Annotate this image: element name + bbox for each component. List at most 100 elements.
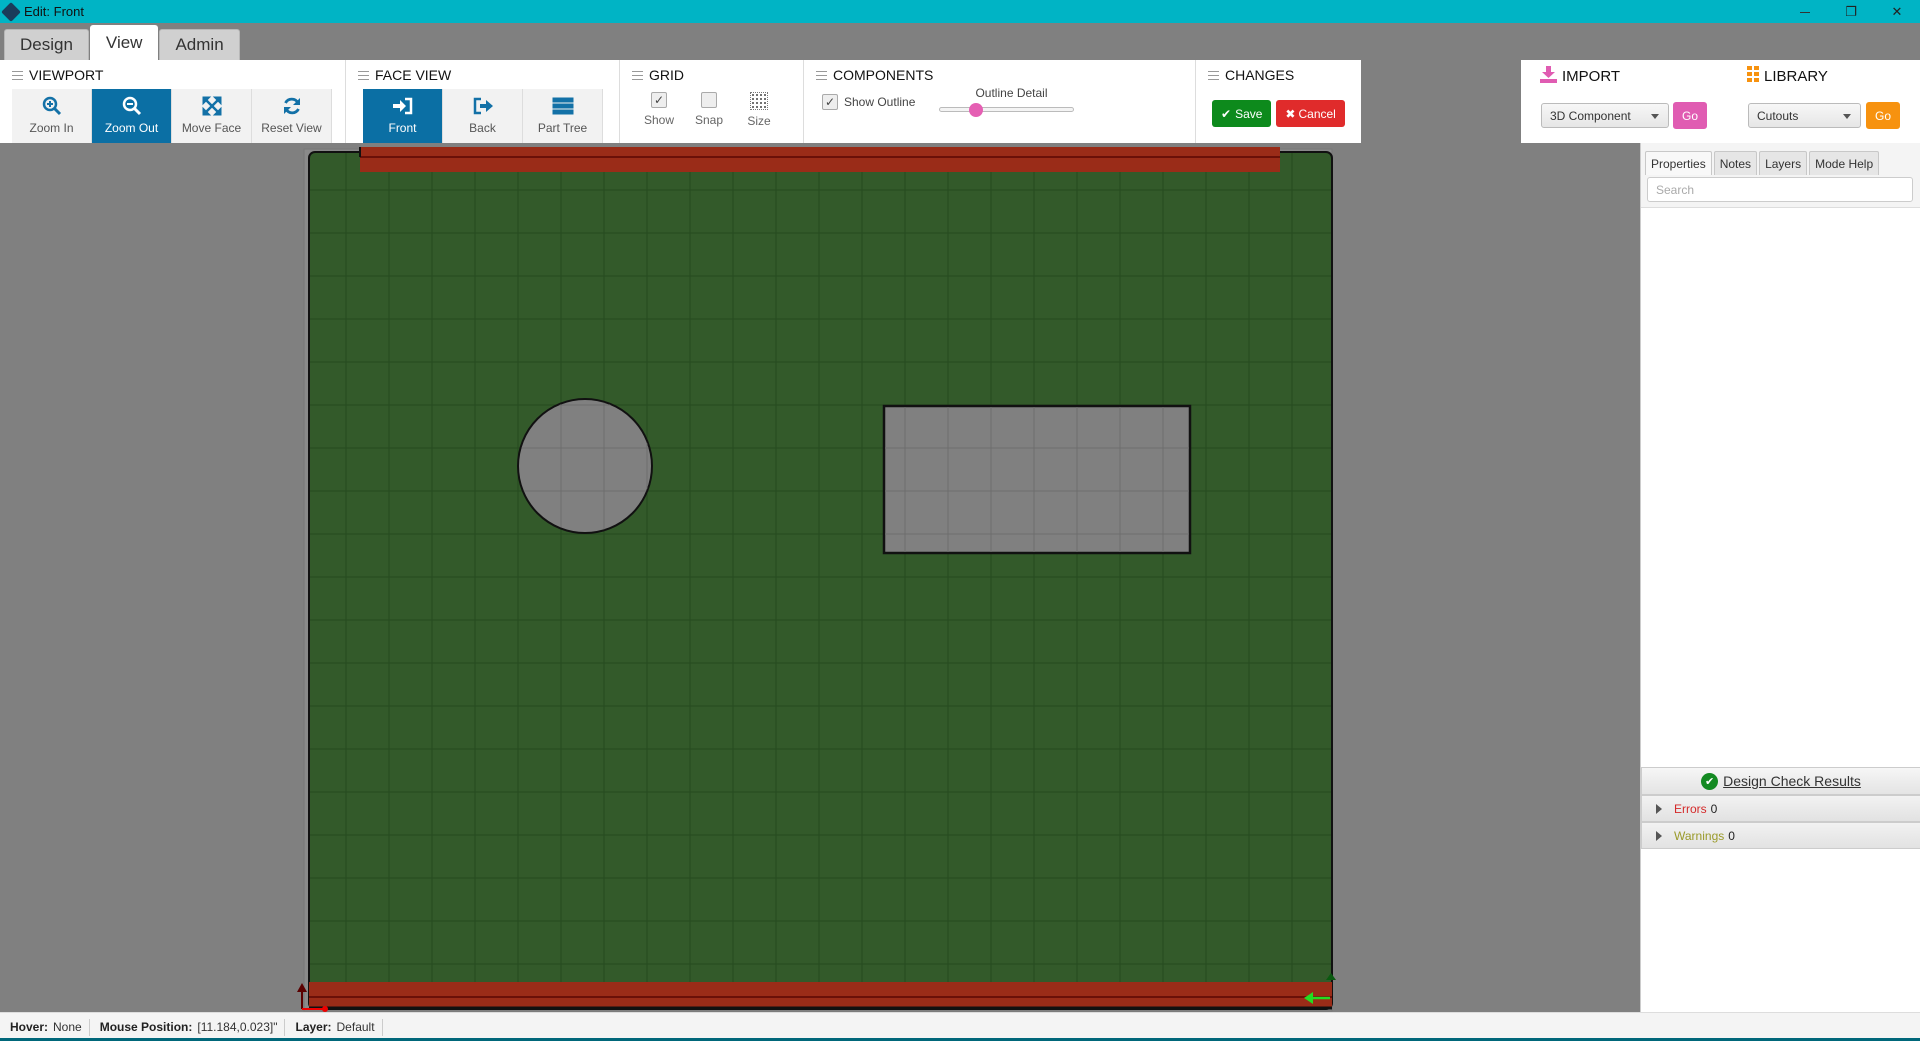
library-section: LIBRARY	[1747, 66, 1828, 86]
hover-status: Hover: None	[0, 1018, 90, 1036]
warnings-row[interactable]: Warnings 0	[1641, 822, 1920, 849]
cancel-button[interactable]: ✖ Cancel	[1276, 100, 1345, 127]
grid-snap-toggle[interactable]: Snap	[684, 92, 734, 128]
group-menu-icon[interactable]	[358, 70, 369, 80]
zoom-in-label: Zoom In	[29, 121, 74, 135]
grid-size-label: Size	[747, 114, 771, 128]
warnings-count: 0	[1728, 828, 1735, 843]
grid-snap-checkbox[interactable]	[701, 92, 717, 108]
design-check-details	[1641, 849, 1920, 1012]
import-selected: 3D Component	[1550, 108, 1631, 123]
main-tabs: Design View Admin	[0, 23, 241, 60]
check-circle-icon: ✔	[1701, 772, 1719, 790]
zoom-out-label: Zoom Out	[104, 121, 159, 135]
errors-row[interactable]: Errors 0	[1641, 795, 1920, 822]
outline-detail-slider[interactable]	[939, 103, 1074, 117]
face-view-title: FACE VIEW	[375, 67, 452, 83]
canvas-svg[interactable]	[0, 143, 1640, 1012]
group-menu-icon[interactable]	[12, 70, 23, 80]
outline-detail-label: Outline Detail	[975, 86, 1048, 100]
right-panel: Properties Notes Layers Mode Help ✔ Desi…	[1640, 143, 1920, 1012]
grid-dots-icon	[1747, 66, 1759, 86]
tab-notes[interactable]: Notes	[1713, 151, 1758, 175]
chevron-down-icon	[1651, 114, 1659, 119]
tab-design[interactable]: Design	[4, 29, 89, 60]
zoom-in-icon	[42, 95, 62, 117]
warnings-label: Warnings	[1674, 828, 1725, 843]
import-section: IMPORT	[1540, 65, 1620, 87]
tab-mode-help[interactable]: Mode Help	[1809, 151, 1880, 175]
import-type-select[interactable]: 3D Component	[1541, 103, 1669, 128]
bottom-edge-band	[309, 982, 1332, 1008]
close-button[interactable]: ✕	[1874, 0, 1920, 23]
changes-title: CHANGES	[1225, 67, 1295, 83]
import-go-button[interactable]: Go	[1673, 102, 1707, 129]
check-icon: ✔	[1221, 106, 1232, 121]
group-menu-icon[interactable]	[816, 70, 827, 80]
window-title: Edit: Front	[24, 4, 84, 19]
layer-status: Layer: Default	[285, 1018, 383, 1036]
zoom-out-icon	[122, 95, 142, 117]
part-tree-button[interactable]: Part Tree	[523, 89, 603, 143]
refresh-icon	[282, 95, 302, 117]
viewport-title: VIEWPORT	[29, 67, 104, 83]
layer-label: Layer:	[295, 1020, 332, 1034]
minimize-button[interactable]	[1782, 0, 1828, 23]
components-group: COMPONENTS ✓ Show Outline Outline Detail	[804, 60, 1196, 143]
grid-snap-label: Snap	[694, 113, 724, 127]
outline-detail-slider-thumb[interactable]	[968, 103, 983, 117]
sign-in-icon	[392, 95, 414, 117]
mouse-position-label: Mouse Position:	[99, 1020, 193, 1034]
library-select[interactable]: Cutouts	[1748, 103, 1861, 128]
sign-out-icon	[472, 95, 494, 117]
outline-detail-slider-group: Outline Detail	[939, 86, 1074, 117]
rectangle-cutout[interactable]	[882, 404, 1192, 555]
save-button[interactable]: ✔ Save	[1212, 100, 1272, 127]
import-library-panel: IMPORT 3D Component Go LIBRARY Cutouts G…	[1521, 60, 1920, 143]
part-tree-label: Part Tree	[537, 121, 588, 135]
grid-show-checkbox[interactable]: ✓	[651, 92, 667, 108]
expand-triangle-icon[interactable]	[1656, 830, 1662, 841]
front-face-button[interactable]: Front	[363, 89, 443, 143]
move-face-label: Move Face	[181, 121, 242, 135]
expand-triangle-icon[interactable]	[1656, 803, 1662, 814]
tab-view[interactable]: View	[89, 25, 159, 60]
tab-admin[interactable]: Admin	[159, 29, 240, 60]
grid-show-toggle[interactable]: ✓ Show	[634, 92, 684, 128]
restore-button[interactable]: ❐	[1828, 0, 1874, 23]
grid-title: GRID	[649, 67, 684, 83]
move-face-button[interactable]: Move Face	[172, 89, 252, 143]
design-check-header[interactable]: ✔ Design Check Results	[1641, 767, 1920, 795]
design-check-title[interactable]: Design Check Results	[1723, 773, 1861, 789]
grid-size-button[interactable]: Size	[734, 92, 784, 128]
save-label: Save	[1235, 106, 1263, 121]
tab-layers[interactable]: Layers	[1759, 151, 1808, 175]
app-logo-icon	[1, 1, 21, 22]
properties-search-input[interactable]	[1647, 177, 1913, 202]
reset-view-button[interactable]: Reset View	[252, 89, 332, 143]
grid-show-label: Show	[643, 113, 675, 127]
errors-label: Errors	[1674, 801, 1707, 816]
design-canvas[interactable]	[0, 143, 1640, 1012]
board-face[interactable]	[308, 151, 1333, 1010]
group-menu-icon[interactable]	[632, 70, 643, 80]
move-arrows-icon	[202, 95, 222, 117]
mouse-position-value: [11.184,0.023]"	[197, 1020, 278, 1034]
show-outline-checkbox[interactable]: ✓	[822, 94, 838, 110]
zoom-out-button[interactable]: Zoom Out	[92, 89, 172, 143]
library-go-button[interactable]: Go	[1866, 102, 1900, 129]
grid-size-icon	[750, 92, 768, 110]
minimize-icon	[1800, 12, 1810, 13]
circle-cutout[interactable]	[517, 398, 653, 534]
zoom-in-button[interactable]: Zoom In	[12, 89, 92, 143]
x-icon: ✖	[1285, 106, 1296, 121]
tab-properties[interactable]: Properties	[1645, 151, 1712, 175]
properties-area	[1641, 207, 1920, 767]
group-menu-icon[interactable]	[1208, 70, 1219, 80]
ribbon-toolbar: VIEWPORT Zoom In Zoom Out Move Face Rese…	[0, 60, 1361, 143]
changes-group: CHANGES ✔ Save ✖ Cancel	[1196, 60, 1361, 143]
errors-count: 0	[1710, 801, 1718, 816]
close-icon: ✕	[1891, 3, 1903, 19]
download-icon	[1540, 65, 1557, 87]
back-face-button[interactable]: Back	[443, 89, 523, 143]
